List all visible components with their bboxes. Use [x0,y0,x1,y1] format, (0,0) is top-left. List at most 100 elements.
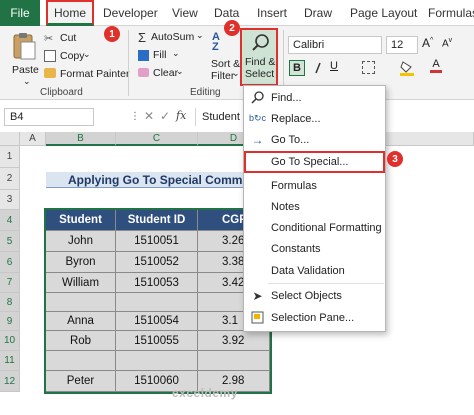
copy-icon [44,50,56,62]
menu-item-replace[interactable]: b↻c Replace... [244,108,385,129]
paste-icon[interactable] [10,32,38,62]
row-header-9[interactable]: 9 [0,312,20,331]
table-cell-empty[interactable] [198,351,270,371]
row-header-4[interactable]: 4 [0,210,20,231]
menu-item-select-objects[interactable]: ➤ Select Objects [244,285,385,306]
copy-button[interactable]: Copy [60,50,85,62]
tab-view[interactable]: View [172,0,198,26]
menu-item-label: Formulas [271,179,317,192]
menu-item-data-validation[interactable]: Data Validation [244,260,385,281]
table-cell[interactable]: 1510051 [116,231,198,252]
arrow-right-icon: → [251,132,264,147]
clear-button[interactable]: Clear [153,67,178,79]
replace-icon: b↻c [248,113,267,123]
menu-item-label: Find... [271,91,302,104]
increase-font-icon[interactable]: A^ [422,36,433,50]
scissors-icon: ✂ [44,33,54,45]
table-header-student[interactable]: Student [46,210,116,231]
table-cell-empty[interactable] [46,351,116,371]
italic-icon[interactable] [312,62,324,74]
row-header-10[interactable]: 10 [0,331,20,351]
tab-home[interactable]: Home [46,0,94,26]
menu-item-notes[interactable]: Notes [244,196,385,217]
confirm-icon[interactable]: ✓ [160,109,170,123]
row-header-8[interactable]: 8 [0,293,20,312]
insert-function-icon[interactable]: fx [176,109,186,122]
menu-item-formulas[interactable]: Formulas [244,175,385,196]
table-header-student-id[interactable]: Student ID [116,210,198,231]
tab-formulas[interactable]: Formulas [428,0,474,26]
copy-dropdown-icon[interactable]: ⌄ [83,49,91,60]
menu-item-go-to-special[interactable]: Go To Special... [244,151,385,173]
table-cell[interactable]: 1510053 [116,273,198,293]
menu-item-go-to[interactable]: → Go To... [244,129,385,150]
table-cell[interactable]: Byron [46,252,116,273]
bold-button[interactable]: B [289,60,305,76]
decrease-font-icon[interactable]: Av [442,37,452,49]
borders-icon[interactable] [362,61,375,74]
table-cell[interactable]: 1510055 [116,331,198,351]
row-header-6[interactable]: 6 [0,252,20,273]
menu-item-conditional-formatting[interactable]: Conditional Formatting [244,217,385,238]
sort-filter-label-2[interactable]: Filter [211,70,234,82]
ribbon-separator [128,30,129,96]
underline-icon[interactable]: U [330,60,338,72]
step-badge-1: 1 [104,26,120,42]
row-header-11[interactable]: 11 [0,351,20,371]
tab-file[interactable]: File [0,0,40,26]
row-header-12[interactable]: 12 [0,371,20,392]
fill-color-icon[interactable] [400,60,414,76]
font-name-select[interactable]: Calibri [288,36,382,54]
table-cell[interactable]: John [46,231,116,252]
font-size-value: 12 [391,39,404,51]
table-cell[interactable]: William [46,273,116,293]
autosum-button[interactable]: AutoSum [151,31,194,43]
font-color-icon[interactable]: A [430,58,442,74]
format-painter-button[interactable]: Format Painter [60,68,129,80]
row-header-5[interactable]: 5 [0,231,20,252]
sort-filter-dropdown-icon[interactable]: ⌄ [232,68,240,79]
menu-item-selection-pane[interactable]: Selection Pane... [244,307,385,328]
paste-button[interactable]: Paste [12,64,39,76]
font-size-select[interactable]: 12 [386,36,418,54]
table-cell[interactable]: Rob [46,331,116,351]
menu-item-constants[interactable]: Constants [244,238,385,259]
menu-item-label: Selection Pane... [271,311,355,324]
row-header-7[interactable]: 7 [0,273,20,293]
column-header-a[interactable]: A [20,132,46,146]
find-select-button[interactable]: Find & Select [240,28,278,86]
fill-dropdown-icon[interactable]: ⌄ [172,48,180,59]
fill-button[interactable]: Fill [153,49,166,61]
autosum-dropdown-icon[interactable]: ⌄ [196,30,204,41]
menu-item-find[interactable]: Find... [244,87,385,108]
tab-draw[interactable]: Draw [304,0,332,26]
clear-dropdown-icon[interactable]: ⌄ [176,66,184,77]
select-all-corner[interactable] [0,132,20,146]
cut-button[interactable]: Cut [60,32,76,44]
cancel-icon[interactable]: ✕ [144,109,154,123]
column-header-c[interactable]: C [116,132,198,146]
menu-item-label: Go To Special... [271,156,349,168]
selection-pane-icon [250,310,265,325]
tab-insert[interactable]: Insert [257,0,287,26]
table-cell[interactable]: 3.92 [198,331,270,351]
table-cell[interactable]: 1510052 [116,252,198,273]
menu-item-label: Conditional Formatting [271,221,382,234]
row-header-3[interactable]: 3 [0,190,20,210]
row-header-1[interactable]: 1 [0,146,20,168]
sheet-title: Applying Go To Special Comman [46,172,243,188]
magnifier-icon [252,34,269,51]
table-cell-empty[interactable] [116,351,198,371]
step-badge-3: 3 [387,151,403,167]
tab-page-layout[interactable]: Page Layout [350,0,417,26]
table-cell[interactable]: Peter [46,371,116,392]
row-header-2[interactable]: 2 [0,168,20,190]
column-header-b[interactable]: B [46,132,116,146]
paste-dropdown-icon[interactable]: ⌄ [23,76,31,87]
table-cell-empty[interactable] [46,293,116,312]
tab-developer[interactable]: Developer [103,0,158,26]
name-box[interactable]: B4 [4,108,94,126]
table-cell[interactable]: Anna [46,312,116,331]
table-cell-empty[interactable] [116,293,198,312]
table-cell[interactable]: 1510054 [116,312,198,331]
